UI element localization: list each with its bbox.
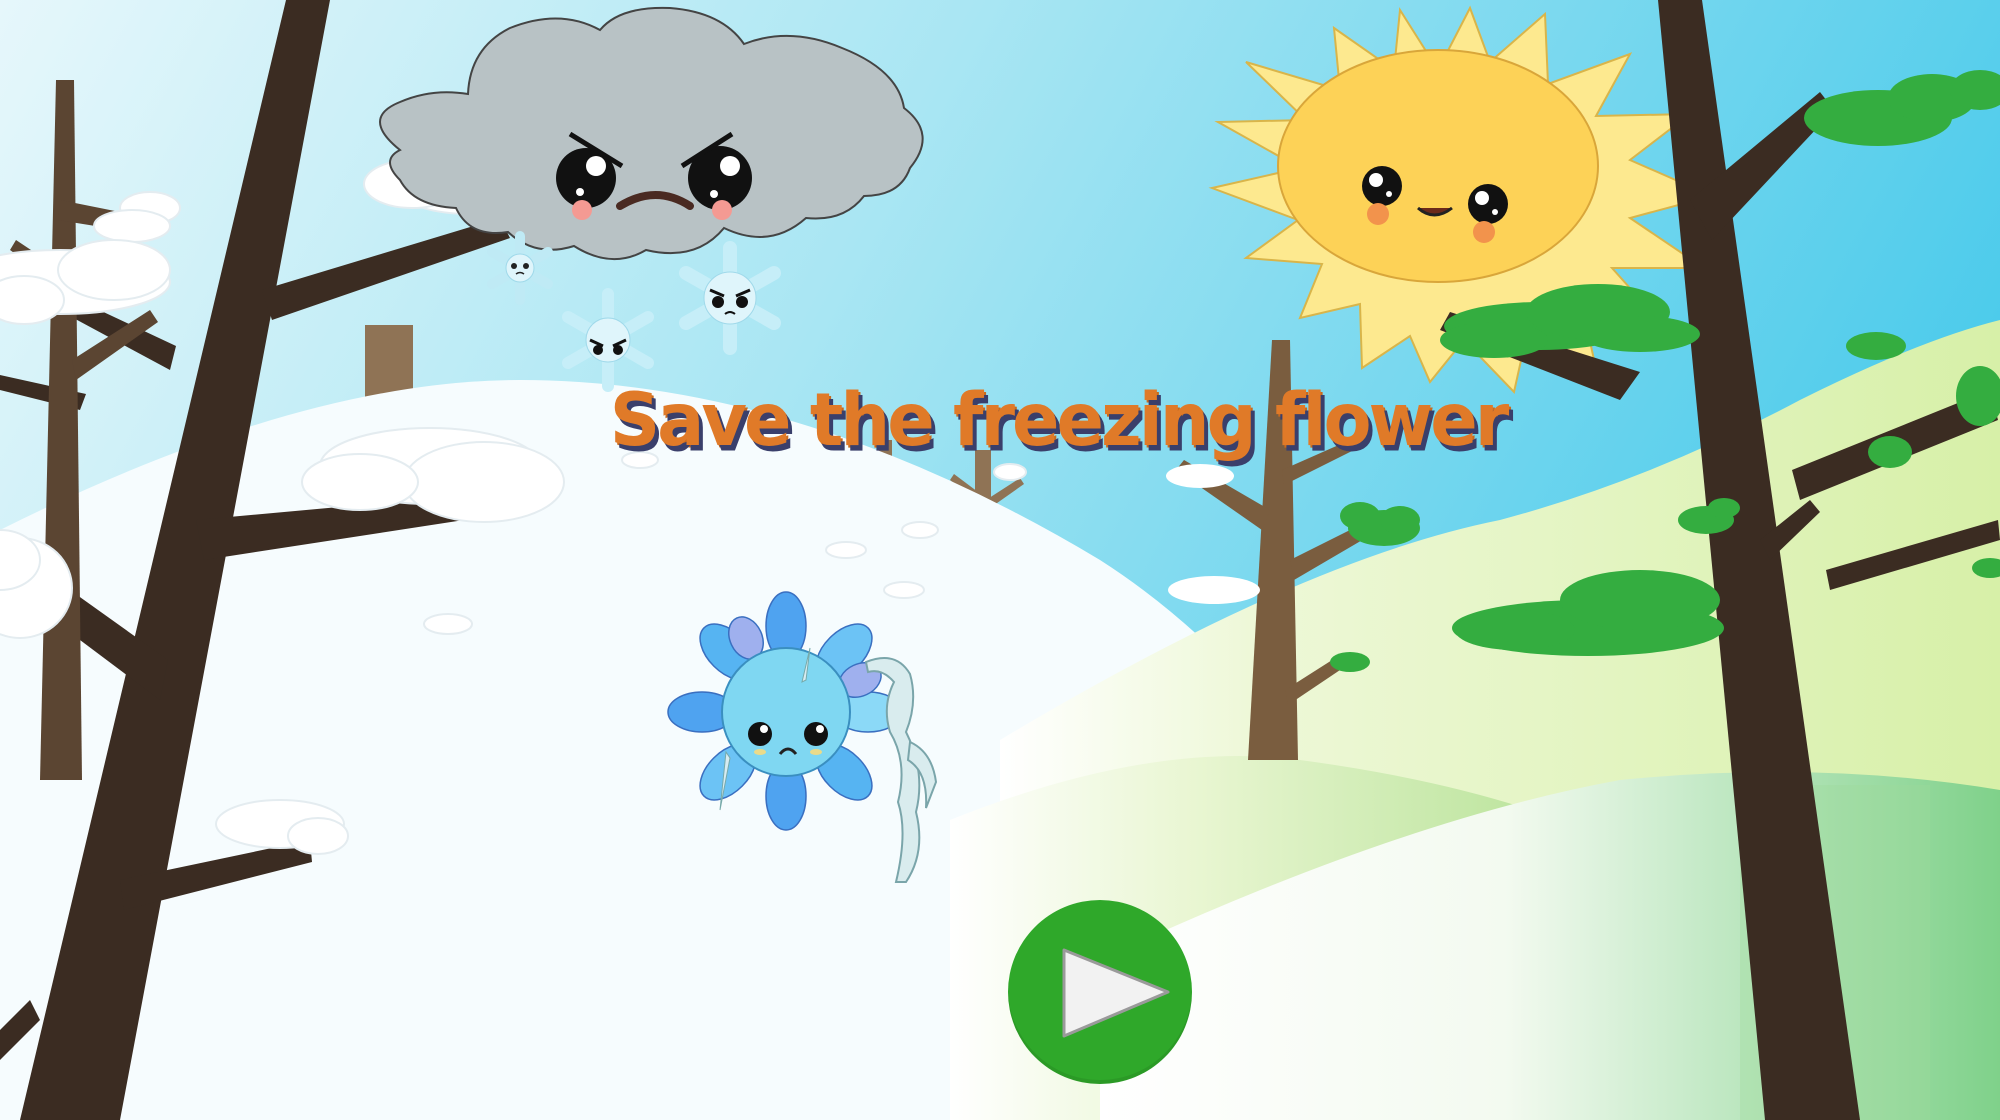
play-icon	[1062, 948, 1170, 1038]
play-button[interactable]	[1008, 900, 1192, 1084]
game-scene	[0, 0, 2000, 1120]
